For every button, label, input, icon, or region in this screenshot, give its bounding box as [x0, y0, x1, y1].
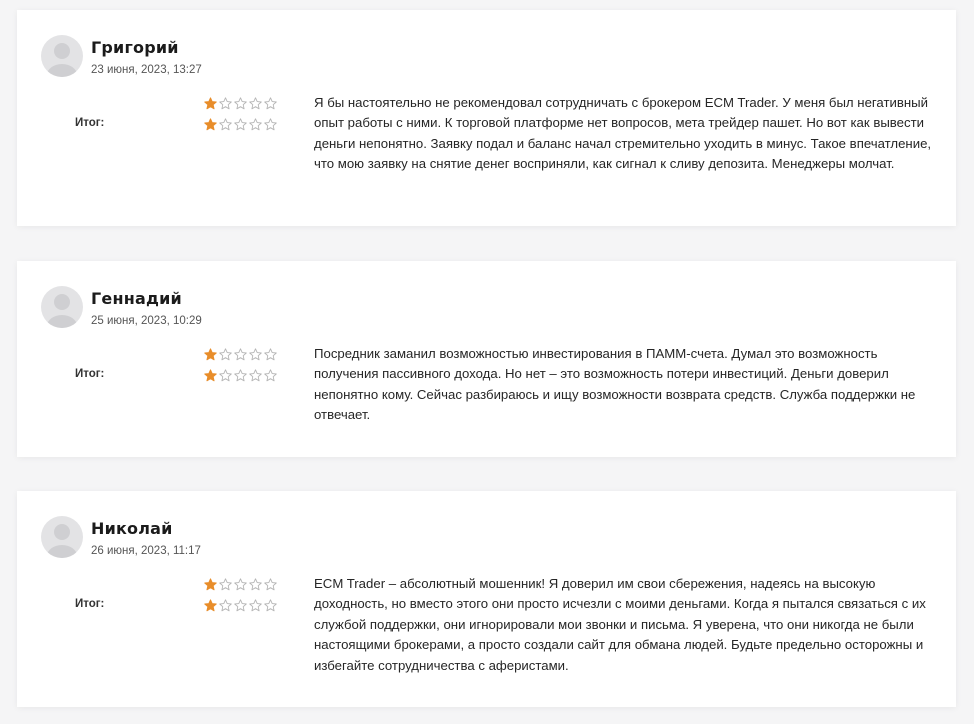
review-author: Григорий	[91, 38, 179, 57]
review-card: Григорий 23 июня, 2023, 13:27 Итог: Я бы…	[17, 10, 956, 226]
star-empty-icon	[249, 368, 262, 381]
star-empty-icon	[264, 368, 277, 381]
review-text: Я бы настоятельно не рекомендовал сотруд…	[314, 95, 932, 172]
review-card: Николай 26 июня, 2023, 11:17 Итог: ECM T…	[17, 491, 956, 707]
avatar	[41, 516, 83, 558]
review-text: ECM Trader – абсолютный мошенник! Я дове…	[314, 576, 926, 673]
star-filled-icon	[204, 96, 217, 109]
star-empty-icon	[234, 347, 247, 360]
star-empty-icon	[264, 117, 277, 130]
star-filled-icon	[204, 117, 217, 130]
review-date: 26 июня, 2023, 11:17	[91, 545, 201, 557]
rating-stars	[204, 577, 277, 591]
star-empty-icon	[219, 598, 232, 611]
total-label: Итог:	[75, 598, 105, 610]
user-placeholder-icon	[47, 524, 77, 558]
avatar	[41, 35, 83, 77]
rating-stars	[204, 96, 277, 110]
star-empty-icon	[234, 117, 247, 130]
star-empty-icon	[249, 96, 262, 109]
rating-stars	[204, 347, 277, 361]
review-date: 25 июня, 2023, 10:29	[91, 315, 202, 327]
review-date: 23 июня, 2023, 13:27	[91, 64, 202, 76]
total-rating-stars	[204, 598, 277, 612]
total-rating-stars	[204, 368, 277, 382]
star-empty-icon	[234, 598, 247, 611]
star-empty-icon	[264, 347, 277, 360]
star-filled-icon	[204, 598, 217, 611]
total-label: Итог:	[75, 368, 105, 380]
star-empty-icon	[234, 368, 247, 381]
review-author: Николай	[91, 519, 173, 538]
star-empty-icon	[264, 598, 277, 611]
star-filled-icon	[204, 577, 217, 590]
star-empty-icon	[234, 96, 247, 109]
user-placeholder-icon	[47, 43, 77, 77]
avatar	[41, 286, 83, 328]
review-card: Геннадий 25 июня, 2023, 10:29 Итог: Поср…	[17, 261, 956, 457]
total-label: Итог:	[75, 117, 105, 129]
star-empty-icon	[249, 117, 262, 130]
star-empty-icon	[219, 368, 232, 381]
star-empty-icon	[234, 577, 247, 590]
star-filled-icon	[204, 347, 217, 360]
star-empty-icon	[249, 347, 262, 360]
user-placeholder-icon	[47, 294, 77, 328]
star-empty-icon	[219, 96, 232, 109]
reviews-list: Григорий 23 июня, 2023, 13:27 Итог: Я бы…	[0, 0, 974, 724]
star-empty-icon	[264, 577, 277, 590]
star-empty-icon	[249, 598, 262, 611]
total-rating-stars	[204, 117, 277, 131]
star-empty-icon	[264, 96, 277, 109]
star-empty-icon	[219, 117, 232, 130]
star-filled-icon	[204, 368, 217, 381]
review-author: Геннадий	[91, 289, 182, 308]
star-empty-icon	[219, 577, 232, 590]
star-empty-icon	[249, 577, 262, 590]
star-empty-icon	[219, 347, 232, 360]
review-text: Посредник заманил возможностью инвестиро…	[314, 346, 916, 423]
